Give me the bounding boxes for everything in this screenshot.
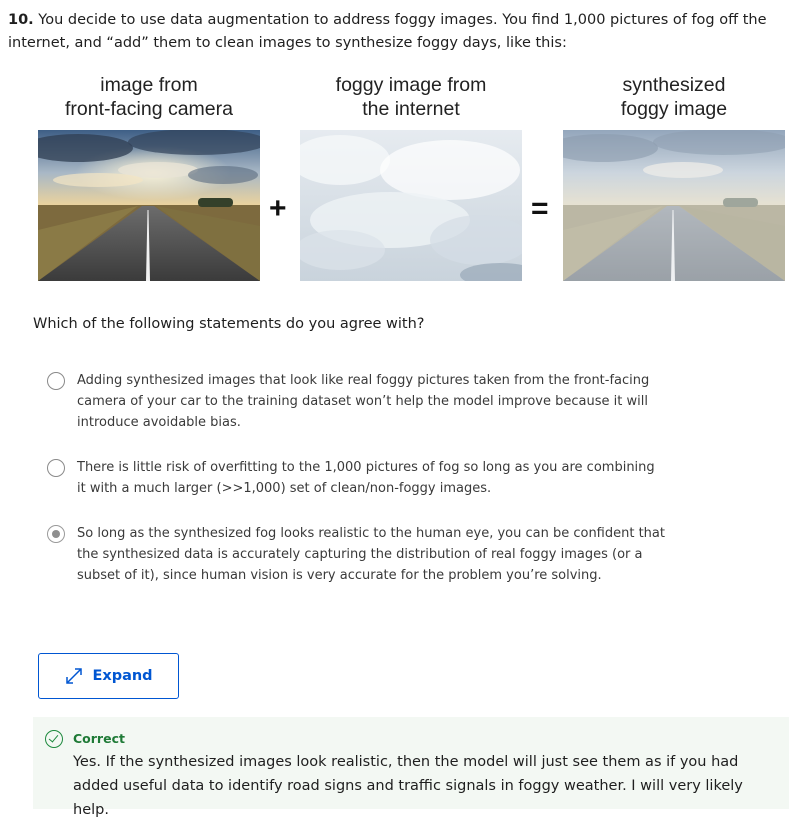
synthesized-image	[563, 130, 785, 281]
caption-camera-image: image from front-facing camera	[65, 74, 233, 120]
question-body: You decide to use data augmentation to a…	[8, 12, 767, 51]
fog-image	[300, 130, 522, 281]
feedback-panel: Correct Yes. If the synthesized images l…	[33, 717, 789, 818]
caption-fog-image: foggy image from the internet	[335, 74, 487, 120]
question-number: 10.	[8, 12, 34, 28]
question-prompt: Which of the following statements do you…	[33, 316, 425, 332]
expand-arrows-icon	[66, 668, 83, 684]
check-circle-icon	[45, 730, 63, 748]
expand-label: Expand	[92, 668, 153, 684]
radio-option-2[interactable]	[47, 459, 65, 477]
equals-sign: =	[531, 192, 549, 225]
radio-option-1[interactable]	[47, 372, 65, 390]
option-3-text: So long as the synthesized fog looks rea…	[77, 526, 665, 583]
expand-button[interactable]: Expand	[38, 653, 179, 699]
radio-option-3-selected[interactable]	[47, 525, 65, 543]
feedback-text: Yes. If the synthesized images look real…	[73, 754, 743, 818]
feedback-status: Correct	[73, 731, 125, 746]
option-2-text: There is little risk of overfitting to t…	[77, 460, 655, 496]
road-image	[38, 130, 260, 281]
option-1-text: Adding synthesized images that look like…	[77, 373, 650, 430]
plus-sign: +	[269, 192, 287, 225]
question-text: 10. You decide to use data augmentation …	[8, 9, 792, 55]
caption-synthesized-image: synthesized foggy image	[620, 74, 728, 120]
